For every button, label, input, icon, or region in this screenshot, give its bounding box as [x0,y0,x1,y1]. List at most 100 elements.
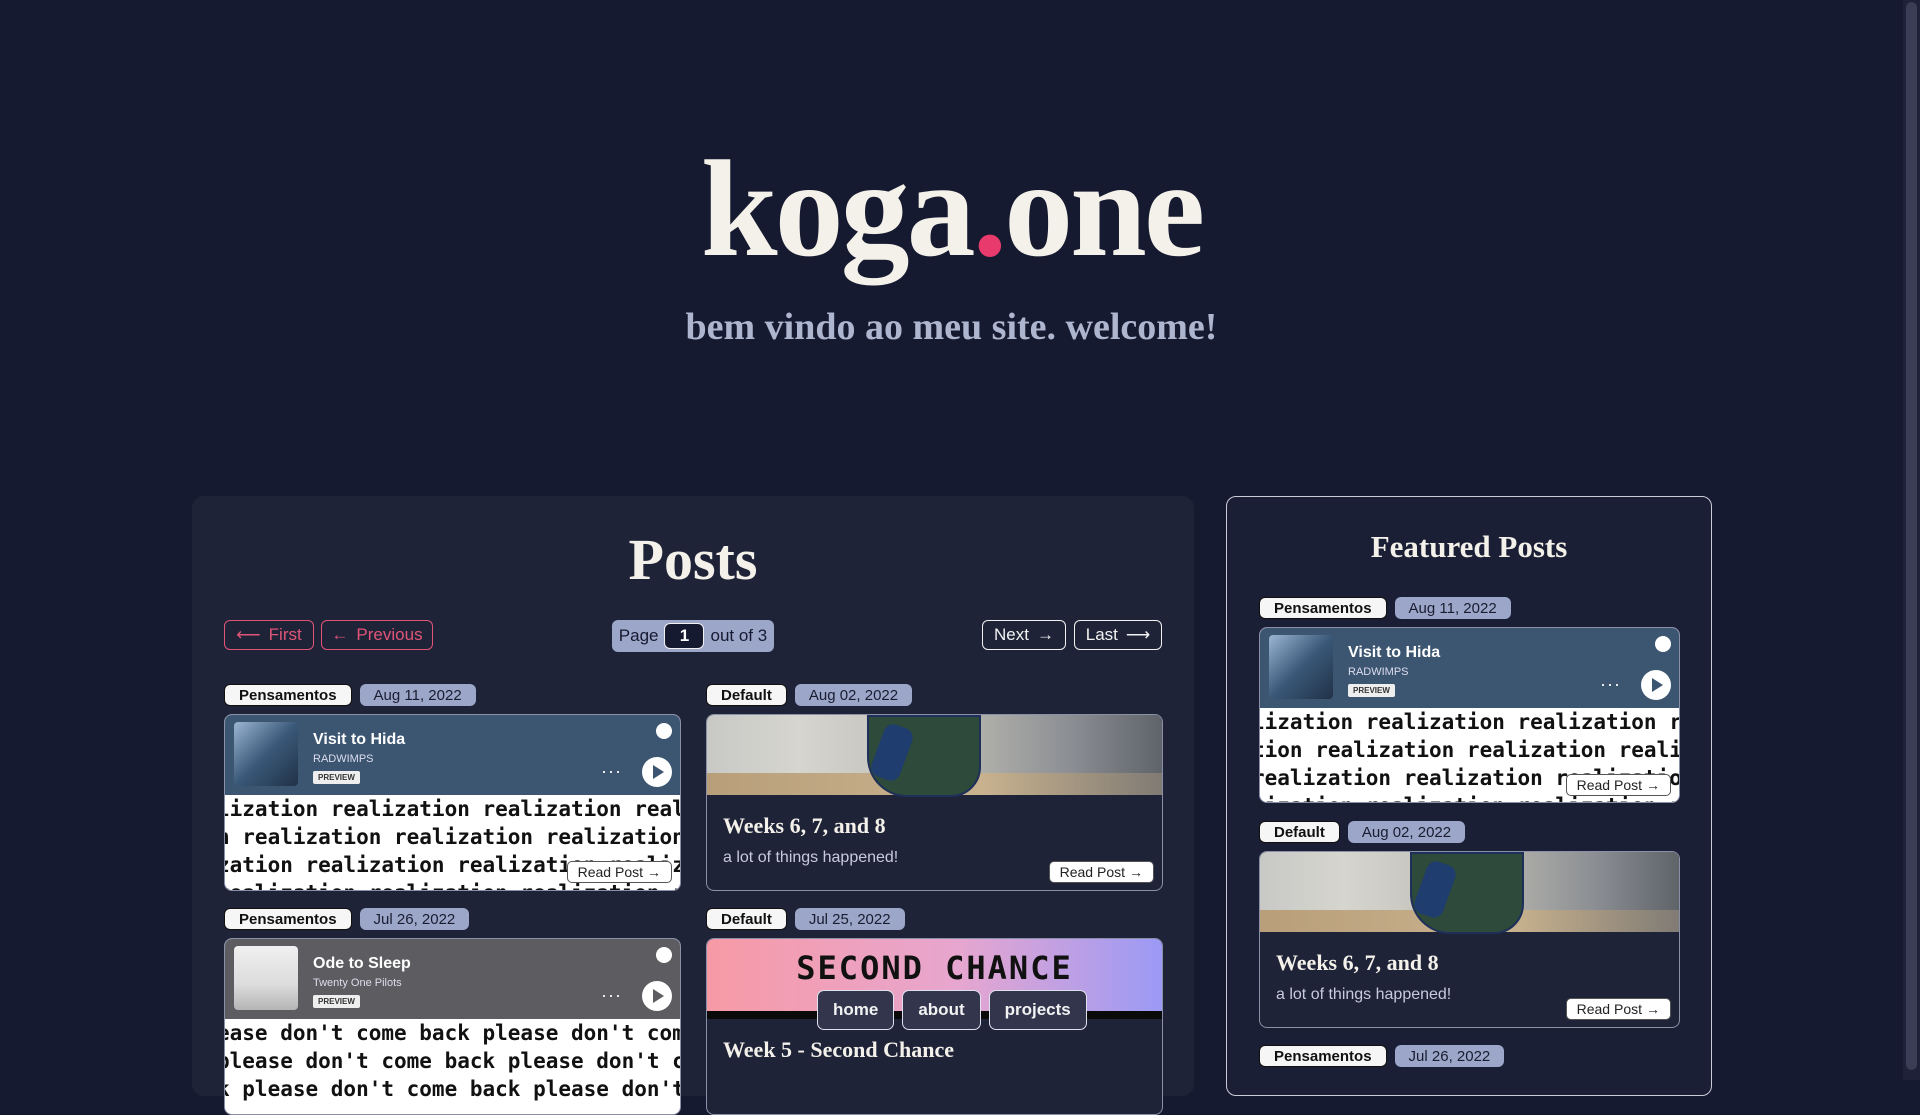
scrollbar-thumb[interactable] [1906,2,1917,1070]
featured-panel: Featured Posts Pensamentos Aug 11, 2022 … [1226,496,1712,1096]
category-tag[interactable]: Pensamentos [224,684,352,706]
featured-card[interactable]: Weeks 6, 7, and 8 a lot of things happen… [1259,851,1680,1028]
spotify-icon [1655,636,1671,652]
page-label: Page [618,626,659,645]
post-tags: Default Aug 02, 2022 [1259,821,1466,843]
read-post-button[interactable]: Read Post → [1565,998,1671,1020]
cover-line: n realization realization realization [225,825,680,849]
date-tag: Aug 02, 2022 [1347,821,1466,843]
play-icon[interactable] [642,757,672,787]
spotify-icon [656,723,672,739]
previous-page-button[interactable]: ← Previous [321,620,433,650]
read-post-button[interactable]: Read Post → [1565,774,1671,796]
date-tag: Jul 26, 2022 [359,908,470,930]
preview-badge: PREVIEW [313,771,360,784]
arrow-left-double-icon: ⟵ [236,625,261,644]
featured-card[interactable]: Visit to Hida RADWIMPS PREVIEW ··· lizat… [1259,627,1680,803]
post-description: a lot of things happened! [723,849,899,866]
spotify-embed[interactable]: Ode to Sleep Twenty One Pilots PREVIEW ·… [225,939,680,1019]
album-art [234,722,298,786]
category-tag[interactable]: Default [706,908,787,930]
read-post-button[interactable]: Read Post → [1048,861,1154,883]
page-scrollbar[interactable] [1903,0,1920,1080]
arrow-right-icon: → [647,864,661,880]
post-card[interactable]: Weeks 6, 7, and 8 a lot of things happen… [706,714,1163,891]
post-title[interactable]: Weeks 6, 7, and 8 [1276,950,1439,976]
cover-line: lization realization realization realiz [1260,710,1679,734]
arrow-right-double-icon: ⟶ [1125,625,1151,644]
track-title: Ode to Sleep [313,955,411,972]
track-title: Visit to Hida [313,731,406,748]
read-post-label: Read Post [1576,1001,1642,1017]
read-post-label: Read Post [1576,777,1642,793]
cover-line: tion realization realization realiza [1260,738,1679,762]
nav-home[interactable]: home [817,990,895,1030]
post-title[interactable]: Weeks 6, 7, and 8 [723,813,886,839]
play-icon[interactable] [642,981,672,1011]
more-icon[interactable]: ··· [1600,674,1621,695]
category-tag[interactable]: Default [1259,821,1340,843]
logo-text-right: one [1004,132,1205,285]
date-tag: Aug 02, 2022 [794,684,913,706]
track-artist: RADWIMPS [1348,666,1409,678]
page-total: out of 3 [710,626,768,645]
post-tags: Default Aug 02, 2022 [706,684,913,706]
post-tags: Pensamentos Jul 26, 2022 [1259,1045,1505,1067]
play-icon[interactable] [1641,670,1671,700]
preview-badge: PREVIEW [1348,684,1395,697]
first-page-button[interactable]: ⟵ First [224,620,314,650]
date-tag: Jul 26, 2022 [1394,1045,1505,1067]
track-title: Visit to Hida [1348,644,1441,661]
read-post-label: Read Post [577,864,643,880]
spotify-embed[interactable]: Visit to Hida RADWIMPS PREVIEW ··· [225,715,680,795]
previous-label: Previous [356,625,423,644]
cover-line: please don't come back please don't co [225,1049,680,1073]
cover-title: SECOND CHANCE [796,949,1073,987]
category-tag[interactable]: Default [706,684,787,706]
post-card[interactable]: Visit to Hida RADWIMPS PREVIEW ··· lizat… [224,714,681,891]
track-artist: Twenty One Pilots [313,977,402,989]
nav-projects[interactable]: projects [988,990,1087,1030]
cover-line: lization realization realization reali [225,797,680,821]
site-logo[interactable]: koga.one [0,140,1903,278]
site-tagline: bem vindo ao meu site. welcome! [685,306,1218,348]
more-icon[interactable]: ··· [601,985,622,1006]
preview-badge: PREVIEW [313,995,360,1008]
category-tag[interactable]: Pensamentos [1259,597,1387,619]
read-post-button[interactable]: Read Post → [566,861,672,883]
arrow-right-icon: → [1646,777,1660,793]
arrow-left-icon: ← [331,625,349,644]
logo-dot: . [972,132,1007,285]
album-art [234,946,298,1010]
last-label: Last [1085,625,1118,644]
post-cover-image [707,715,1162,797]
post-card[interactable]: Ode to Sleep Twenty One Pilots PREVIEW ·… [224,938,681,1115]
date-tag: Aug 11, 2022 [359,684,476,706]
post-title[interactable]: Week 5 - Second Chance [723,1037,954,1063]
arrow-right-icon: → [1646,1001,1660,1017]
category-tag[interactable]: Pensamentos [1259,1045,1387,1067]
cover-line: k please don't come back please don't [225,1077,680,1101]
cover-line: ease don't come back please don't come [225,1021,680,1045]
main-nav: home about projects [817,990,1087,1030]
category-tag[interactable]: Pensamentos [224,908,352,930]
post-tags: Pensamentos Aug 11, 2022 [1259,597,1511,619]
page-counter: Page 1 out of 3 [612,620,774,652]
first-label: First [268,625,302,644]
spotify-icon [656,947,672,963]
page-number-input[interactable]: 1 [664,623,705,649]
nav-about[interactable]: about [902,990,981,1030]
post-tags: Pensamentos Aug 11, 2022 [224,684,476,706]
next-page-button[interactable]: Next → [982,620,1066,650]
spotify-embed[interactable]: Visit to Hida RADWIMPS PREVIEW ··· [1260,628,1679,708]
track-artist: RADWIMPS [313,753,374,765]
featured-title: Featured Posts [1370,529,1568,564]
arrow-right-icon: → [1036,625,1054,644]
album-art [1269,635,1333,699]
last-page-button[interactable]: Last ⟶ [1074,620,1162,650]
arrow-right-icon: → [1129,864,1143,880]
post-description: a lot of things happened! [1276,986,1452,1003]
next-label: Next [994,625,1029,644]
post-cover-text: ease don't come back please don't come p… [225,1019,680,1114]
more-icon[interactable]: ··· [601,761,622,782]
